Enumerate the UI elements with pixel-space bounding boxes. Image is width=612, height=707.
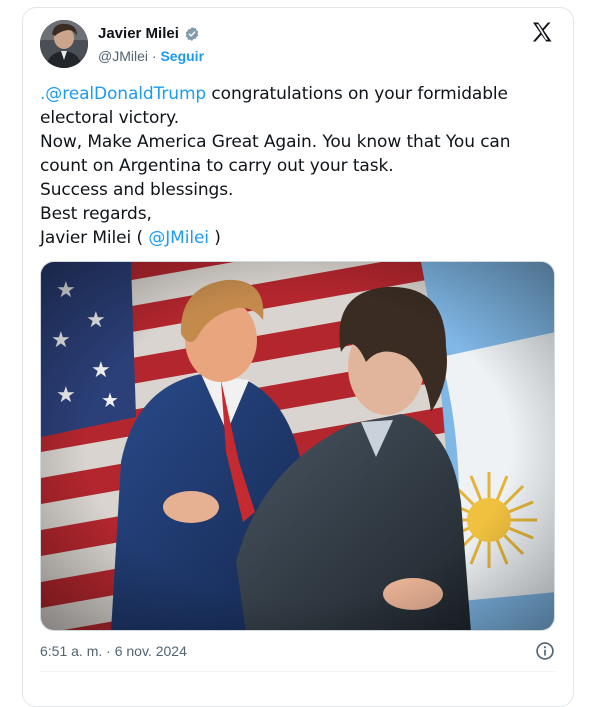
- tweet-text: .@realDonaldTrump congratulations on you…: [40, 82, 570, 250]
- signature-prefix: Javier Milei (: [40, 228, 149, 248]
- author-avatar[interactable]: [40, 20, 88, 68]
- mention-link-milei[interactable]: @JMilei: [148, 228, 209, 248]
- timestamp-date: 6 nov. 2024: [114, 643, 187, 659]
- info-icon[interactable]: [535, 641, 555, 661]
- tweet-line-7: Javier Milei ( @JMilei ): [40, 226, 570, 250]
- tweet-timestamp[interactable]: 6:51 a. m. · 6 nov. 2024: [40, 643, 187, 659]
- tweet-line-4: count on Argentina to carry out your tas…: [40, 156, 394, 176]
- mention-link-trump[interactable]: .@realDonaldTrump: [40, 84, 206, 104]
- tweet-line-5: Success and blessings.: [40, 180, 234, 200]
- author-handle[interactable]: @JMilei: [98, 48, 148, 64]
- tweet-line-1-text: congratulations on your formidable: [206, 84, 508, 104]
- tweet-line-2: electoral victory.: [40, 108, 180, 128]
- x-logo-icon[interactable]: [530, 20, 554, 44]
- tweet-line-6: Best regards,: [40, 204, 152, 224]
- tweet-photo[interactable]: ★ ★ ★ ★ ★ ★: [40, 261, 555, 631]
- tweet-line-3: Now, Make America Great Again. You know …: [40, 132, 511, 152]
- author-handle-row: @JMilei · Seguir: [98, 48, 204, 64]
- divider: [40, 671, 555, 672]
- follow-button[interactable]: Seguir: [160, 48, 204, 64]
- photo-image: ★ ★ ★ ★ ★ ★: [41, 262, 554, 630]
- handle-separator: ·: [151, 48, 157, 64]
- tweet-line-1: .@realDonaldTrump congratulations on you…: [40, 82, 570, 106]
- avatar-image: [40, 20, 88, 68]
- timestamp-time: 6:51 a. m.: [40, 643, 103, 659]
- author-name[interactable]: Javier Milei: [98, 25, 179, 42]
- timestamp-separator: ·: [102, 643, 115, 659]
- signature-suffix: ): [208, 228, 221, 248]
- verified-badge-icon: [185, 26, 199, 41]
- author-name-row: Javier Milei: [98, 25, 200, 42]
